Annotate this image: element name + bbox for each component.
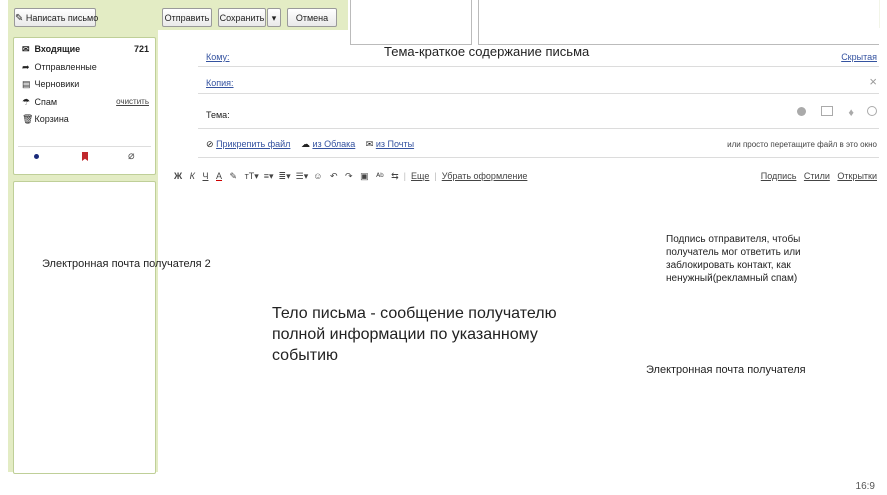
align-icon[interactable]: ≡▾	[264, 171, 274, 181]
sent-icon: ➦	[22, 62, 30, 72]
pencil-icon: ✎	[15, 13, 24, 24]
inbox-icon: ✉	[22, 44, 30, 54]
chevron-down-icon: ▾	[271, 13, 277, 23]
sidebar-lower-panel	[13, 181, 156, 474]
sidebar-item-drafts[interactable]: ▤ Черновики	[22, 79, 79, 90]
paperclip-icon[interactable]: ⌀	[128, 149, 135, 162]
signature-link[interactable]: Подпись	[761, 171, 797, 181]
cc-field-underline	[198, 93, 879, 94]
attach-file-link[interactable]: Прикрепить файл	[216, 139, 290, 149]
list-icon[interactable]: ☰▾	[296, 171, 309, 181]
folder-label: Спам	[34, 97, 58, 107]
subject-field-underline	[198, 128, 879, 129]
styles-link[interactable]: Стили	[804, 171, 830, 181]
save-dropdown-button[interactable]: ▾	[267, 8, 281, 27]
clock-icon[interactable]	[867, 106, 877, 116]
sidebar-item-trash[interactable]: 🗑 Корзина	[22, 114, 69, 125]
highlight-icon[interactable]: ✎	[230, 171, 238, 181]
compose-label: Написать письмо	[25, 13, 99, 23]
folder-label: Отправленные	[34, 62, 97, 72]
dot-icon[interactable]	[34, 154, 39, 159]
attachment-underline	[198, 157, 879, 158]
formatting-toolbar: Ж К Ч A ✎ тT▾ ≡▾ ≣▾ ☰▾ ☺ ↶ ↷ ▣ ᴬᵇ ⇆ | Ещ…	[174, 171, 528, 181]
reminder-icon[interactable]: ♦	[848, 107, 854, 119]
folder-label: Входящие	[34, 44, 81, 54]
bookmark-icon[interactable]	[82, 152, 88, 161]
sidebar-item-spam[interactable]: ☂ Спам очистить	[22, 97, 149, 108]
from-cloud-link[interactable]: из Облака	[312, 139, 355, 149]
formatting-toolbar-right: Подпись Стили Открытки	[761, 171, 877, 181]
body-annotation: Тело письма - сообщение получателю полно…	[272, 305, 557, 364]
recipient2-annotation: Электронная почта получателя 2	[42, 258, 211, 270]
subject-field-label: Тема:	[206, 110, 230, 120]
undo-icon[interactable]: ↶	[330, 171, 338, 181]
to-field-underline	[198, 66, 879, 67]
clear-spam-link[interactable]: очистить	[116, 97, 149, 106]
attachment-row: ⊘ Прикрепить файл ☁ из Облака ✉ из Почты	[206, 139, 414, 150]
signature-annotation: Подпись отправителя, чтобы получатель мо…	[666, 234, 801, 284]
text-color-icon[interactable]: A	[216, 171, 222, 181]
mail-icon: ✉	[365, 139, 374, 149]
indent-icon[interactable]: ≣▾	[279, 171, 291, 181]
folder-label: Черновики	[34, 79, 80, 89]
sidebar-item-sent[interactable]: ➦ Отправленные	[22, 62, 97, 73]
divider	[18, 146, 151, 147]
cards-link[interactable]: Открытки	[837, 171, 877, 181]
bcc-link[interactable]: Скрытая	[841, 52, 877, 62]
save-button[interactable]: Сохранить	[218, 8, 266, 27]
emoji-icon[interactable]: ☺	[313, 171, 322, 181]
cloud-icon: ☁	[300, 139, 310, 149]
clear-format-link[interactable]: Убрать оформление	[442, 171, 528, 181]
italic-icon[interactable]: К	[190, 171, 195, 181]
to-field-label[interactable]: Кому:	[206, 52, 230, 62]
drafts-icon: ▤	[22, 79, 31, 89]
spellcheck-icon[interactable]: ᴬᵇ	[376, 171, 383, 181]
subject-field-icons: ♦	[797, 106, 877, 119]
overlay-box-right	[478, 0, 879, 45]
folder-label: Корзина	[34, 114, 69, 124]
underline-icon[interactable]: Ч	[202, 171, 208, 181]
close-icon[interactable]: ×	[869, 74, 877, 89]
bold-icon[interactable]: Ж	[174, 171, 182, 181]
drag-hint: или просто перетащите файл в это окно	[727, 140, 877, 149]
unread-count: 721	[133, 44, 149, 54]
folder-panel: ✉ Входящие 721 ➦ Отправленные ▤ Черновик…	[13, 37, 156, 175]
paperclip-icon: ⊘	[206, 139, 214, 149]
cc-field-label[interactable]: Копия:	[206, 78, 234, 88]
font-size-icon[interactable]: тT▾	[245, 171, 259, 181]
image-icon[interactable]: ▣	[360, 171, 369, 181]
compose-button[interactable]: ✎ Написать письмо	[14, 8, 99, 27]
from-mail-link[interactable]: из Почты	[376, 139, 414, 149]
sidebar-item-inbox[interactable]: ✉ Входящие 721	[22, 44, 149, 55]
send-button[interactable]: Отправить	[162, 8, 212, 27]
notify-icon[interactable]	[821, 106, 834, 116]
recipient-annotation: Электронная почта получателя	[646, 364, 806, 376]
redo-icon[interactable]: ↷	[345, 171, 353, 181]
spam-icon: ☂	[22, 97, 31, 107]
important-icon[interactable]	[797, 107, 807, 116]
trash-icon: 🗑	[22, 114, 34, 124]
cancel-button[interactable]: Отмена	[287, 8, 337, 27]
more-link[interactable]: Еще	[411, 171, 429, 181]
subject-annotation: Тема-краткое содержание письма	[384, 44, 590, 59]
slide-ratio-label: 16:9	[855, 481, 875, 492]
overlay-box	[350, 0, 472, 45]
translate-icon[interactable]: ⇆	[391, 171, 399, 181]
